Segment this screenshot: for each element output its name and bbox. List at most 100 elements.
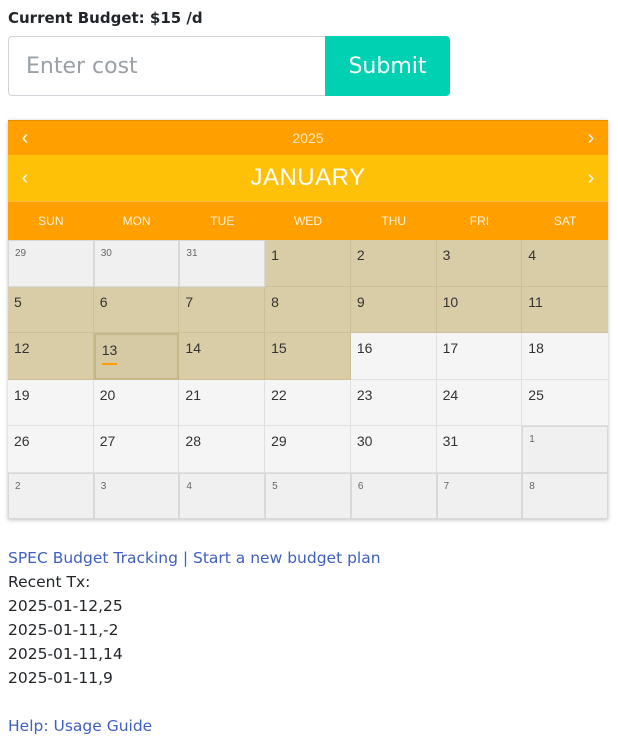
calendar-day[interactable]: 6 bbox=[350, 472, 437, 519]
budget-tracking-link[interactable]: SPEC Budget Tracking bbox=[8, 549, 178, 567]
calendar-day[interactable]: 6 bbox=[93, 286, 180, 333]
calendar-day[interactable]: 5 bbox=[8, 286, 94, 333]
calendar-day[interactable]: 18 bbox=[522, 333, 608, 380]
day-number: 1 bbox=[271, 247, 279, 263]
day-number: 8 bbox=[271, 293, 279, 310]
prev-year-icon[interactable]: ‹ bbox=[8, 121, 42, 155]
calendar-day[interactable]: 16 bbox=[350, 333, 437, 380]
day-number: 10 bbox=[442, 293, 459, 310]
tx-item: 2025-01-11,14 bbox=[8, 645, 123, 663]
calendar-day[interactable]: 25 bbox=[522, 379, 608, 426]
day-number: 28 bbox=[185, 433, 201, 449]
calendar-day[interactable]: 1 bbox=[522, 426, 608, 473]
day-number: 11 bbox=[528, 293, 543, 310]
next-month-icon[interactable]: › bbox=[574, 155, 608, 201]
prev-month-icon[interactable]: ‹ bbox=[8, 155, 42, 201]
day-number: 31 bbox=[442, 433, 459, 449]
day-number: 30 bbox=[356, 433, 373, 449]
cost-input[interactable] bbox=[8, 36, 325, 96]
day-number: 29 bbox=[271, 433, 287, 449]
month-label: JANUARY bbox=[250, 164, 366, 191]
day-number: 31 bbox=[186, 248, 198, 259]
calendar-day[interactable]: 9 bbox=[350, 286, 437, 333]
calendar-day[interactable]: 26 bbox=[8, 426, 94, 473]
day-number: 15 bbox=[271, 340, 287, 356]
day-number: 30 bbox=[100, 248, 112, 259]
calendar-day[interactable]: 15 bbox=[265, 333, 351, 380]
day-number: 29 bbox=[15, 248, 27, 259]
calendar-day[interactable]: 28 bbox=[179, 426, 266, 473]
calendar-day[interactable]: 29 bbox=[265, 426, 351, 473]
day-number: 2 bbox=[15, 480, 21, 492]
recent-tx-title: Recent Tx: bbox=[8, 573, 91, 591]
footer-section: SPEC Budget Tracking | Start a new budge… bbox=[8, 546, 381, 738]
calendar-day[interactable]: 2 bbox=[8, 472, 94, 519]
calendar-day[interactable]: 1 bbox=[265, 240, 351, 287]
calendar-day[interactable]: 31 bbox=[179, 240, 266, 287]
day-number: 26 bbox=[14, 433, 30, 449]
usage-guide-link[interactable]: Help: Usage Guide bbox=[8, 717, 152, 735]
day-number: 5 bbox=[14, 293, 22, 310]
calendar-day[interactable]: 22 bbox=[265, 379, 351, 426]
calendar-day[interactable]: 30 bbox=[93, 240, 180, 287]
link-separator: | bbox=[177, 549, 194, 567]
calendar-day[interactable]: 7 bbox=[436, 472, 523, 519]
day-number: 20 bbox=[99, 386, 116, 403]
new-budget-plan-link[interactable]: Start a new budget plan bbox=[193, 549, 381, 567]
submit-button[interactable]: Submit bbox=[325, 36, 450, 96]
day-number: 6 bbox=[99, 293, 108, 310]
calendar-day[interactable]: 2 bbox=[350, 240, 437, 287]
calendar-day[interactable]: 12 bbox=[8, 333, 94, 380]
calendar-day[interactable]: 8 bbox=[265, 286, 351, 333]
calendar-day[interactable]: 3 bbox=[436, 240, 523, 287]
calendar-day[interactable]: 17 bbox=[436, 333, 523, 380]
recent-tx-list: 2025-01-12,25 2025-01-11,-2 2025-01-11,1… bbox=[8, 594, 381, 690]
next-year-icon[interactable]: › bbox=[574, 121, 608, 155]
calendar-day[interactable]: 5 bbox=[265, 472, 351, 519]
weekday-tue: TUE bbox=[210, 214, 235, 228]
calendar-day[interactable]: 4 bbox=[522, 240, 608, 287]
cost-form: Submit bbox=[8, 36, 450, 96]
days-grid: 29 30 31 1 2 3 4 5 6 7 8 9 10 11 12 13 14 15 16 17 18 19 20 21 2… bbox=[8, 240, 608, 519]
calendar-day[interactable]: 24 bbox=[436, 379, 523, 426]
day-number: 9 bbox=[356, 293, 365, 310]
day-number: 14 bbox=[185, 340, 201, 356]
day-number: 6 bbox=[357, 480, 364, 492]
tx-item: 2025-01-11,9 bbox=[8, 669, 113, 687]
calendar-day[interactable]: 20 bbox=[93, 379, 180, 426]
calendar-day[interactable]: 4 bbox=[179, 472, 266, 519]
calendar-day[interactable]: 30 bbox=[350, 426, 437, 473]
day-number: 8 bbox=[529, 480, 535, 492]
day-number: 5 bbox=[272, 480, 278, 492]
calendar-day[interactable]: 8 bbox=[522, 472, 608, 519]
weekday-mon: MON bbox=[122, 214, 151, 228]
tx-item: 2025-01-11,-2 bbox=[8, 621, 119, 639]
today-indicator bbox=[101, 363, 117, 365]
calendar-day[interactable]: 23 bbox=[350, 379, 437, 426]
tx-item: 2025-01-12,25 bbox=[8, 597, 123, 615]
day-number: 27 bbox=[99, 433, 116, 449]
calendar-day[interactable]: 29 bbox=[8, 240, 94, 287]
calendar-day[interactable]: 19 bbox=[8, 379, 94, 426]
calendar-day[interactable]: 11 bbox=[522, 286, 608, 333]
day-number: 18 bbox=[528, 340, 544, 356]
month-header: ‹ JANUARY › bbox=[8, 155, 608, 201]
day-number: 3 bbox=[100, 480, 107, 492]
calendar-day[interactable]: 31 bbox=[436, 426, 523, 473]
calendar-day-today[interactable]: 13 bbox=[93, 333, 180, 380]
weekday-wed: WED bbox=[293, 214, 322, 228]
calendar-day[interactable]: 10 bbox=[436, 286, 523, 333]
day-number: 3 bbox=[442, 247, 451, 263]
day-number: 17 bbox=[442, 340, 459, 356]
day-number: 1 bbox=[529, 434, 535, 445]
calendar-day[interactable]: 7 bbox=[179, 286, 266, 333]
calendar-day[interactable]: 3 bbox=[93, 472, 180, 519]
day-number: 25 bbox=[528, 386, 544, 403]
day-number: 7 bbox=[185, 293, 194, 310]
calendar-day[interactable]: 27 bbox=[93, 426, 180, 473]
year-header: ‹ 2025 › bbox=[8, 120, 608, 155]
day-number: 7 bbox=[443, 480, 450, 492]
calendar-day[interactable]: 14 bbox=[179, 333, 266, 380]
calendar-day[interactable]: 21 bbox=[179, 379, 266, 426]
day-number: 4 bbox=[186, 480, 192, 492]
